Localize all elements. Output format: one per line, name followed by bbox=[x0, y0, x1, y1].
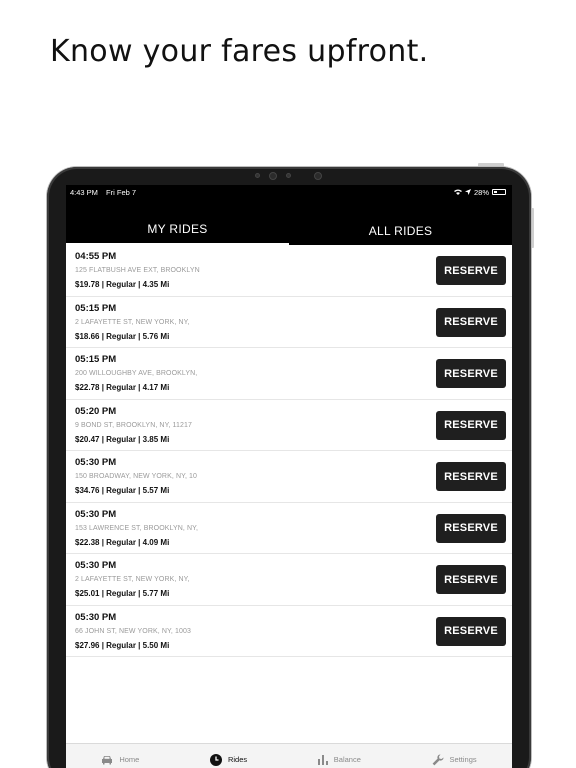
device-volume-button bbox=[531, 208, 534, 248]
ride-row: 05:30 PM 2 LAFAYETTE ST, NEW YORK, NY, $25… bbox=[66, 554, 512, 606]
camera-lens bbox=[314, 172, 322, 180]
tab-all-rides[interactable]: ALL RIDES bbox=[289, 199, 512, 245]
bottom-nav: Home Rides Balance Settings bbox=[66, 743, 512, 768]
nav-settings-label: Settings bbox=[449, 755, 477, 764]
nav-settings[interactable]: Settings bbox=[432, 753, 477, 766]
sensor-dot bbox=[286, 173, 291, 178]
reserve-button[interactable]: RESERVE bbox=[436, 462, 506, 491]
nav-rides-label: Rides bbox=[227, 755, 248, 764]
ride-row: 05:30 PM 66 JOHN ST, NEW YORK, NY, 1003 $2… bbox=[66, 606, 512, 657]
reserve-button[interactable]: RESERVE bbox=[436, 359, 506, 388]
car-icon bbox=[102, 755, 113, 764]
location-arrow-icon bbox=[464, 189, 471, 195]
ride-row: 04:55 PM 125 FLATBUSH AVE EXT, BROOKLYN $1… bbox=[66, 245, 512, 297]
status-time: 4:43 PM bbox=[70, 187, 98, 197]
ride-row: 05:30 PM 153 LAWRENCE ST, BROOKLYN, NY, $2… bbox=[66, 503, 512, 554]
nav-balance[interactable]: Balance bbox=[317, 754, 361, 765]
ride-row: 05:30 PM 150 BROADWAY, NEW YORK, NY, 10 $3… bbox=[66, 451, 512, 503]
wrench-icon bbox=[432, 753, 444, 765]
ride-row: 05:20 PM 9 BOND ST, BROOKLYN, NY, 11217 $2… bbox=[66, 400, 512, 451]
status-date: Fri Feb 7 bbox=[106, 187, 137, 197]
tab-my-rides[interactable]: MY RIDES bbox=[66, 199, 289, 245]
headline: Know your fares upfront. bbox=[50, 34, 429, 69]
sensor-dot bbox=[255, 173, 260, 178]
reserve-button[interactable]: RESERVE bbox=[436, 565, 506, 594]
ride-list: 04:55 PM 125 FLATBUSH AVE EXT, BROOKLYN $1… bbox=[66, 245, 512, 657]
ride-row: 05:15 PM 200 WILLOUGHBY AVE, BROOKLYN, $22… bbox=[66, 348, 512, 400]
nav-balance-label: Balance bbox=[333, 755, 361, 764]
camera-lens bbox=[269, 172, 277, 180]
reserve-button[interactable]: RESERVE bbox=[436, 410, 506, 440]
battery-percent: 28% bbox=[473, 187, 489, 197]
battery-icon bbox=[492, 189, 506, 195]
reserve-button[interactable]: RESERVE bbox=[436, 616, 506, 646]
reserve-button[interactable]: RESERVE bbox=[436, 307, 506, 337]
reserve-button[interactable]: RESERVE bbox=[436, 256, 506, 285]
rides-tabs: MY RIDES ALL RIDES bbox=[66, 199, 512, 245]
clock-icon bbox=[209, 753, 222, 766]
bar-chart-icon bbox=[317, 754, 328, 765]
reserve-button[interactable]: RESERVE bbox=[436, 513, 506, 543]
nav-rides[interactable]: Rides bbox=[209, 753, 248, 766]
status-bar: 4:43 PM Fri Feb 7 28% bbox=[66, 185, 512, 199]
app-screen: 4:43 PM Fri Feb 7 28% MY RIDES ALL RIDES… bbox=[66, 185, 512, 768]
ride-row: 05:15 PM 2 LAFAYETTE ST, NEW YORK, NY, $18… bbox=[66, 297, 512, 348]
wifi-icon bbox=[453, 189, 462, 195]
nav-home-label: Home bbox=[119, 755, 140, 764]
nav-home[interactable]: Home bbox=[101, 755, 139, 765]
